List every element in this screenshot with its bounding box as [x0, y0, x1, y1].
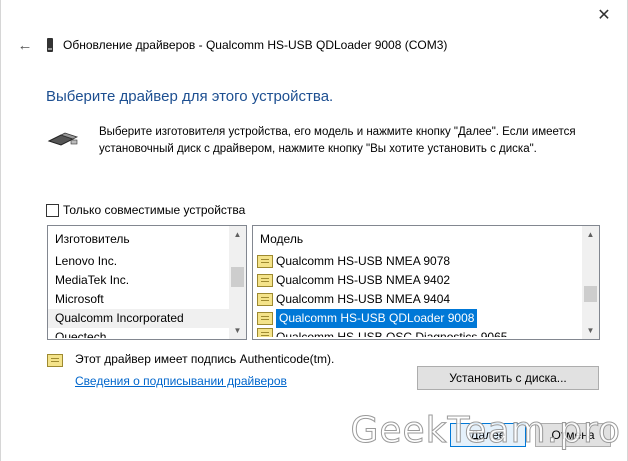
back-arrow-icon: ←: [17, 36, 33, 54]
manufacturer-scrollbar[interactable]: ▲ ▼: [229, 226, 246, 339]
usb-device-icon: [47, 38, 53, 52]
model-label: Qualcomm HS-USB NMEA 9078: [276, 254, 451, 268]
scroll-up-icon[interactable]: ▲: [229, 226, 246, 243]
back-button[interactable]: ←: [15, 35, 35, 55]
scroll-thumb[interactable]: [231, 267, 244, 287]
next-button[interactable]: Далее: [450, 423, 526, 447]
manufacturer-item[interactable]: Lenovo Inc.: [48, 252, 229, 271]
manufacturer-header: Изготовитель: [48, 226, 229, 252]
manufacturer-item[interactable]: Quectech: [48, 328, 229, 338]
model-item[interactable]: Qualcomm HS-USB QSC Diagnostics 9065: [253, 328, 582, 337]
install-from-disk-button[interactable]: Установить с диска...: [417, 366, 599, 390]
model-scrollbar[interactable]: ▲ ▼: [582, 226, 599, 339]
model-header: Модель: [253, 226, 582, 252]
checkbox-box[interactable]: [46, 203, 59, 217]
manufacturer-item-selected[interactable]: Qualcomm Incorporated: [48, 309, 229, 328]
close-button[interactable]: ✕: [591, 4, 617, 26]
compatible-devices-label: Только совместимые устройства: [63, 203, 246, 217]
driver-certificate-icon: [257, 255, 273, 268]
model-label: Qualcomm HS-USB QDLoader 9008: [276, 309, 478, 328]
cancel-button[interactable]: Отмена: [535, 423, 611, 447]
model-item[interactable]: Qualcomm HS-USB NMEA 9402: [253, 271, 582, 290]
compatible-devices-checkbox[interactable]: Только совместимые устройства: [46, 203, 245, 217]
driver-certificate-icon: [257, 312, 273, 325]
scroll-down-icon[interactable]: ▼: [582, 322, 599, 339]
driver-update-window: ✕ ← Обновление драйверов - Qualcomm HS-U…: [0, 0, 628, 461]
model-item[interactable]: Qualcomm HS-USB NMEA 9404: [253, 290, 582, 309]
model-item[interactable]: Qualcomm HS-USB NMEA 9078: [253, 252, 582, 271]
model-item-selected[interactable]: Qualcomm HS-USB QDLoader 9008: [253, 309, 582, 328]
model-list[interactable]: Модель Qualcomm HS-USB NMEA 9078 Qualcom…: [252, 225, 600, 340]
usb-cable-icon: [47, 132, 79, 146]
model-label: Qualcomm HS-USB NMEA 9402: [276, 273, 451, 287]
scroll-up-icon[interactable]: ▲: [582, 226, 599, 243]
scroll-thumb[interactable]: [584, 286, 597, 302]
model-label: Qualcomm HS-USB QSC Diagnostics 9065: [276, 330, 508, 337]
title-bar: ← Обновление драйверов - Qualcomm HS-USB…: [1, 30, 627, 60]
scroll-down-icon[interactable]: ▼: [229, 322, 246, 339]
signed-driver-icon: [47, 354, 63, 367]
close-icon: ✕: [597, 7, 611, 24]
driver-certificate-icon: [257, 293, 273, 306]
driver-certificate-icon: [257, 328, 273, 337]
signature-status-text: Этот драйвер имеет подпись Authenticode(…: [75, 352, 335, 366]
driver-certificate-icon: [257, 274, 273, 287]
driver-signing-info-link[interactable]: Сведения о подписывании драйверов: [75, 374, 287, 388]
manufacturer-list[interactable]: Изготовитель Lenovo Inc. MediaTek Inc. M…: [47, 225, 247, 340]
window-title: Обновление драйверов - Qualcomm HS-USB Q…: [63, 38, 448, 52]
manufacturer-item[interactable]: Microsoft: [48, 290, 229, 309]
page-heading: Выберите драйвер для этого устройства.: [46, 88, 334, 105]
manufacturer-item[interactable]: MediaTek Inc.: [48, 271, 229, 290]
instruction-text: Выберите изготовителя устройства, его мо…: [99, 126, 576, 155]
model-label: Qualcomm HS-USB NMEA 9404: [276, 292, 451, 306]
